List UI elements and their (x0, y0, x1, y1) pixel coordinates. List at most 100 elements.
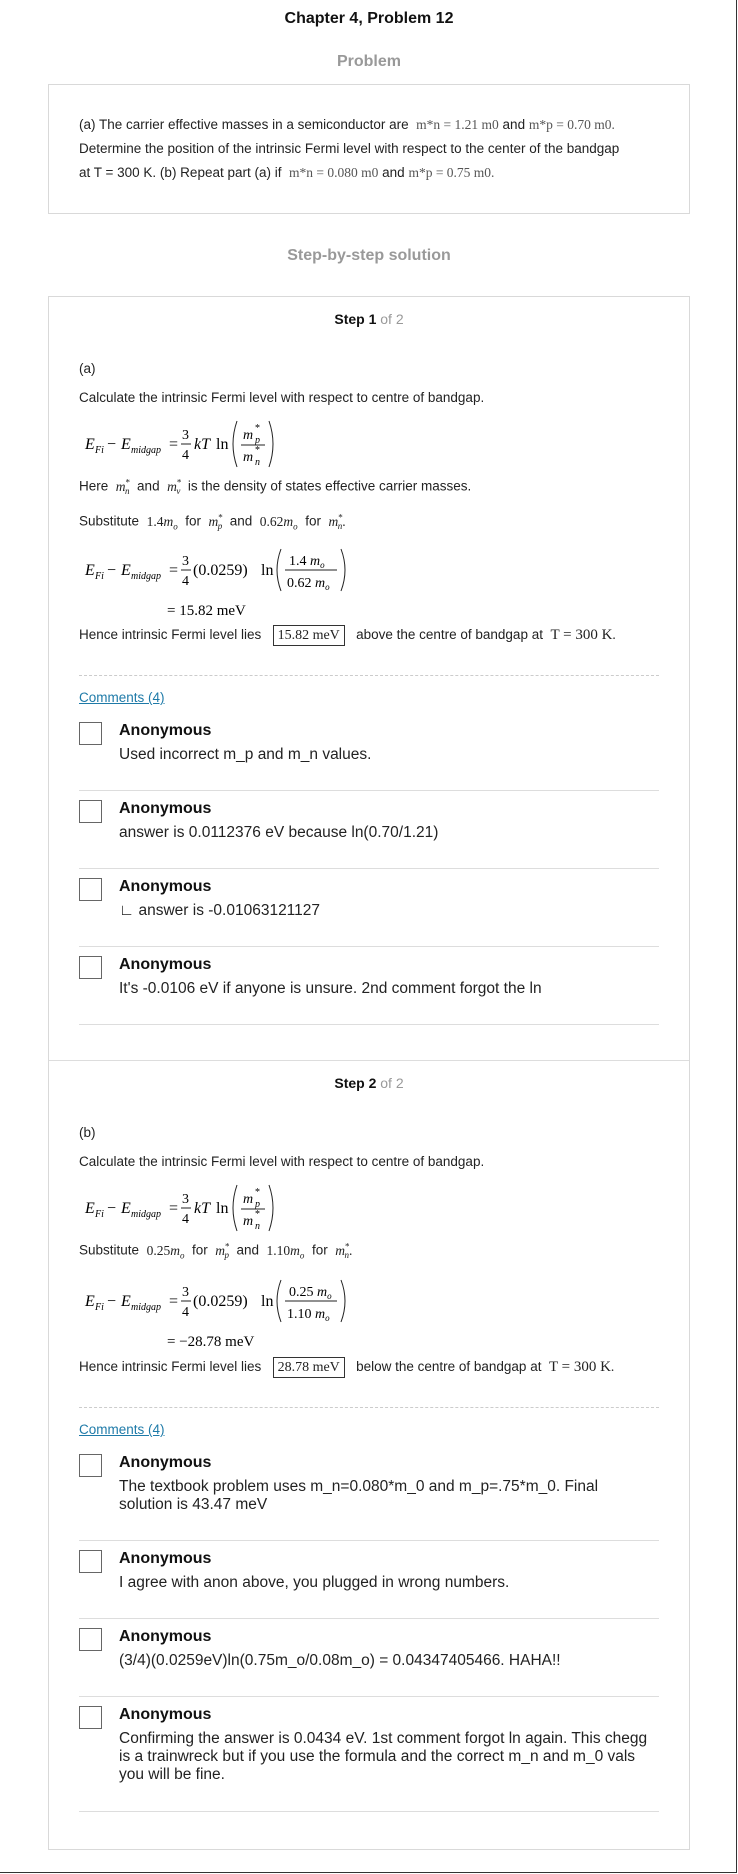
comment: Anonymous ∟ answer is -0.01063121127 (79, 868, 659, 947)
svg-text:= 15.82 meV: = 15.82 meV (167, 603, 246, 619)
substitute-line-1: Substitute 1.4mo for m*p and 0.62mo for … (79, 512, 346, 532)
comment: Anonymous Confirming the answer is 0.043… (79, 1696, 659, 1812)
comment-text: I agree with anon above, you plugged in … (119, 1574, 510, 1591)
step-2-conclusion: Hence intrinsic Fermi level lies 28.78 m… (79, 1357, 614, 1378)
comment-checkbox[interactable] (79, 1628, 102, 1651)
comment-checkbox[interactable] (79, 956, 102, 979)
comment-checkbox[interactable] (79, 800, 102, 823)
svg-text:=: = (169, 1293, 178, 1310)
svg-text:−: − (107, 1293, 116, 1310)
svg-text:0.62 mo: 0.62 mo (287, 576, 330, 592)
fermi-level-formula: E Fi − Emidgap = 34 kT ln m * p m * n (79, 1179, 279, 1238)
comment-text: answer is 0.0112376 eV because ln(0.70/1… (119, 824, 439, 841)
svg-text:*: * (255, 423, 260, 434)
comment-author: Anonymous (119, 878, 212, 895)
svg-text:E: E (84, 562, 95, 579)
svg-text:m: m (243, 428, 253, 443)
substitute-line-2: Substitute 0.25mo for m*p and 1.10mo for… (79, 1241, 353, 1261)
svg-text:midgap: midgap (131, 1302, 161, 1313)
svg-text:m: m (243, 450, 253, 465)
problem-heading: Problem (336, 53, 401, 70)
dashed-separator (79, 1407, 659, 1408)
step-1-calculation: E Fi − Emidgap = 34 (0.0259) ln 1.4 mo 0.… (79, 541, 359, 628)
svg-text:E: E (84, 1200, 95, 1217)
comments-link-step-1[interactable]: Comments (4) (79, 690, 165, 705)
dashed-separator (79, 675, 659, 676)
solution-box: Step 1 of 2 (a) Calculate the intrinsic … (48, 296, 690, 1850)
comment-text: The textbook problem uses m_n=0.080*m_0 … (119, 1478, 599, 1513)
problem-box: (a) The carrier effective masses in a se… (48, 84, 690, 214)
svg-text:=: = (169, 1200, 178, 1217)
svg-text:1.10 mo: 1.10 mo (287, 1307, 330, 1323)
svg-text:4: 4 (182, 448, 189, 463)
mp-value-a: m*p = 0.70 m0. (528, 117, 615, 132)
svg-text:ln: ln (261, 562, 273, 579)
svg-text:= −28.78 meV: = −28.78 meV (167, 1334, 254, 1350)
svg-text:E: E (120, 1293, 131, 1310)
answer-box-1: 15.82 meV (272, 625, 345, 646)
svg-text:kT: kT (194, 436, 211, 453)
problem-statement: (a) The carrier effective masses in a se… (79, 117, 620, 180)
mn-value-b: m*n = 0.080 m0 (289, 165, 379, 180)
svg-text:n: n (255, 1221, 260, 1232)
fermi-level-formula: E Fi − Emidgap = 34 kT ln m * p m * n (79, 415, 279, 474)
svg-text:*: * (255, 1187, 260, 1198)
svg-text:kT: kT (194, 1200, 211, 1217)
svg-text:=: = (169, 562, 178, 579)
comment-checkbox[interactable] (79, 1706, 102, 1729)
svg-text:(0.0259): (0.0259) (193, 1293, 248, 1310)
svg-text:*: * (255, 445, 260, 456)
page-title: Chapter 4, Problem 12 (284, 10, 454, 27)
svg-text:E: E (84, 1293, 95, 1310)
svg-text:E: E (120, 1200, 131, 1217)
comment: Anonymous The textbook problem uses m_n=… (79, 1444, 659, 1541)
comment-text: Used incorrect m_p and m_n values. (119, 746, 372, 763)
comment-author: Anonymous (119, 800, 212, 817)
comment-author: Anonymous (119, 722, 212, 739)
svg-text:4: 4 (182, 1212, 189, 1227)
comment: Anonymous (3/4)(0.0259eV)ln(0.75m_o/0.08… (79, 1618, 659, 1697)
comment-author: Anonymous (119, 956, 212, 973)
svg-text:4: 4 (182, 1305, 189, 1320)
comment-author: Anonymous (119, 1628, 212, 1645)
svg-text:Fi: Fi (94, 445, 104, 456)
step-2-label: Step 2 of 2 (334, 1075, 404, 1091)
step-1-label: Step 1 of 2 (334, 311, 404, 327)
mp-value-b: m*p = 0.75 m0. (408, 165, 495, 180)
svg-text:midgap: midgap (131, 1209, 161, 1220)
comment: Anonymous answer is 0.0112376 eV because… (79, 790, 659, 869)
comment-checkbox[interactable] (79, 722, 102, 745)
comment: Anonymous I agree with anon above, you p… (79, 1540, 659, 1619)
svg-text:−: − (107, 1200, 116, 1217)
svg-text:=: = (169, 436, 178, 453)
svg-text:3: 3 (182, 554, 189, 569)
svg-text:(0.0259): (0.0259) (193, 562, 248, 579)
svg-text:Fi: Fi (94, 1209, 104, 1220)
comment-text: It's -0.0106 eV if anyone is unsure. 2nd… (119, 980, 542, 997)
svg-text:3: 3 (182, 428, 189, 443)
step-1-intro: Calculate the intrinsic Fermi level with… (79, 390, 485, 405)
comment-author: Anonymous (119, 1550, 212, 1567)
svg-text:0.25 mo: 0.25 mo (289, 1285, 332, 1301)
step-2-intro: Calculate the intrinsic Fermi level with… (79, 1154, 485, 1169)
comment: Anonymous Used incorrect m_p and m_n val… (79, 712, 659, 791)
comment-author: Anonymous (119, 1706, 212, 1723)
here-line: Here m*n and m*v is the density of state… (79, 477, 472, 497)
svg-text:n: n (255, 457, 260, 468)
step-divider (49, 1060, 689, 1061)
step-2-part: (b) (79, 1125, 96, 1140)
mn-value-a: m*n = 1.21 m0 (416, 117, 499, 132)
svg-text:3: 3 (182, 1285, 189, 1300)
comment-checkbox[interactable] (79, 1454, 102, 1477)
step-1-conclusion: Hence intrinsic Fermi level lies 15.82 m… (79, 625, 616, 646)
comment-checkbox[interactable] (79, 1550, 102, 1573)
svg-text:1.4 mo: 1.4 mo (289, 554, 325, 570)
comment-text: ∟ answer is -0.01063121127 (119, 902, 321, 919)
svg-text:ln: ln (261, 1293, 273, 1310)
answer-box-2: 28.78 meV (272, 1357, 345, 1378)
svg-text:midgap: midgap (131, 571, 161, 582)
svg-text:midgap: midgap (131, 445, 161, 456)
comments-link-step-2[interactable]: Comments (4) (79, 1422, 165, 1437)
comment-checkbox[interactable] (79, 878, 102, 901)
svg-text:E: E (120, 436, 131, 453)
